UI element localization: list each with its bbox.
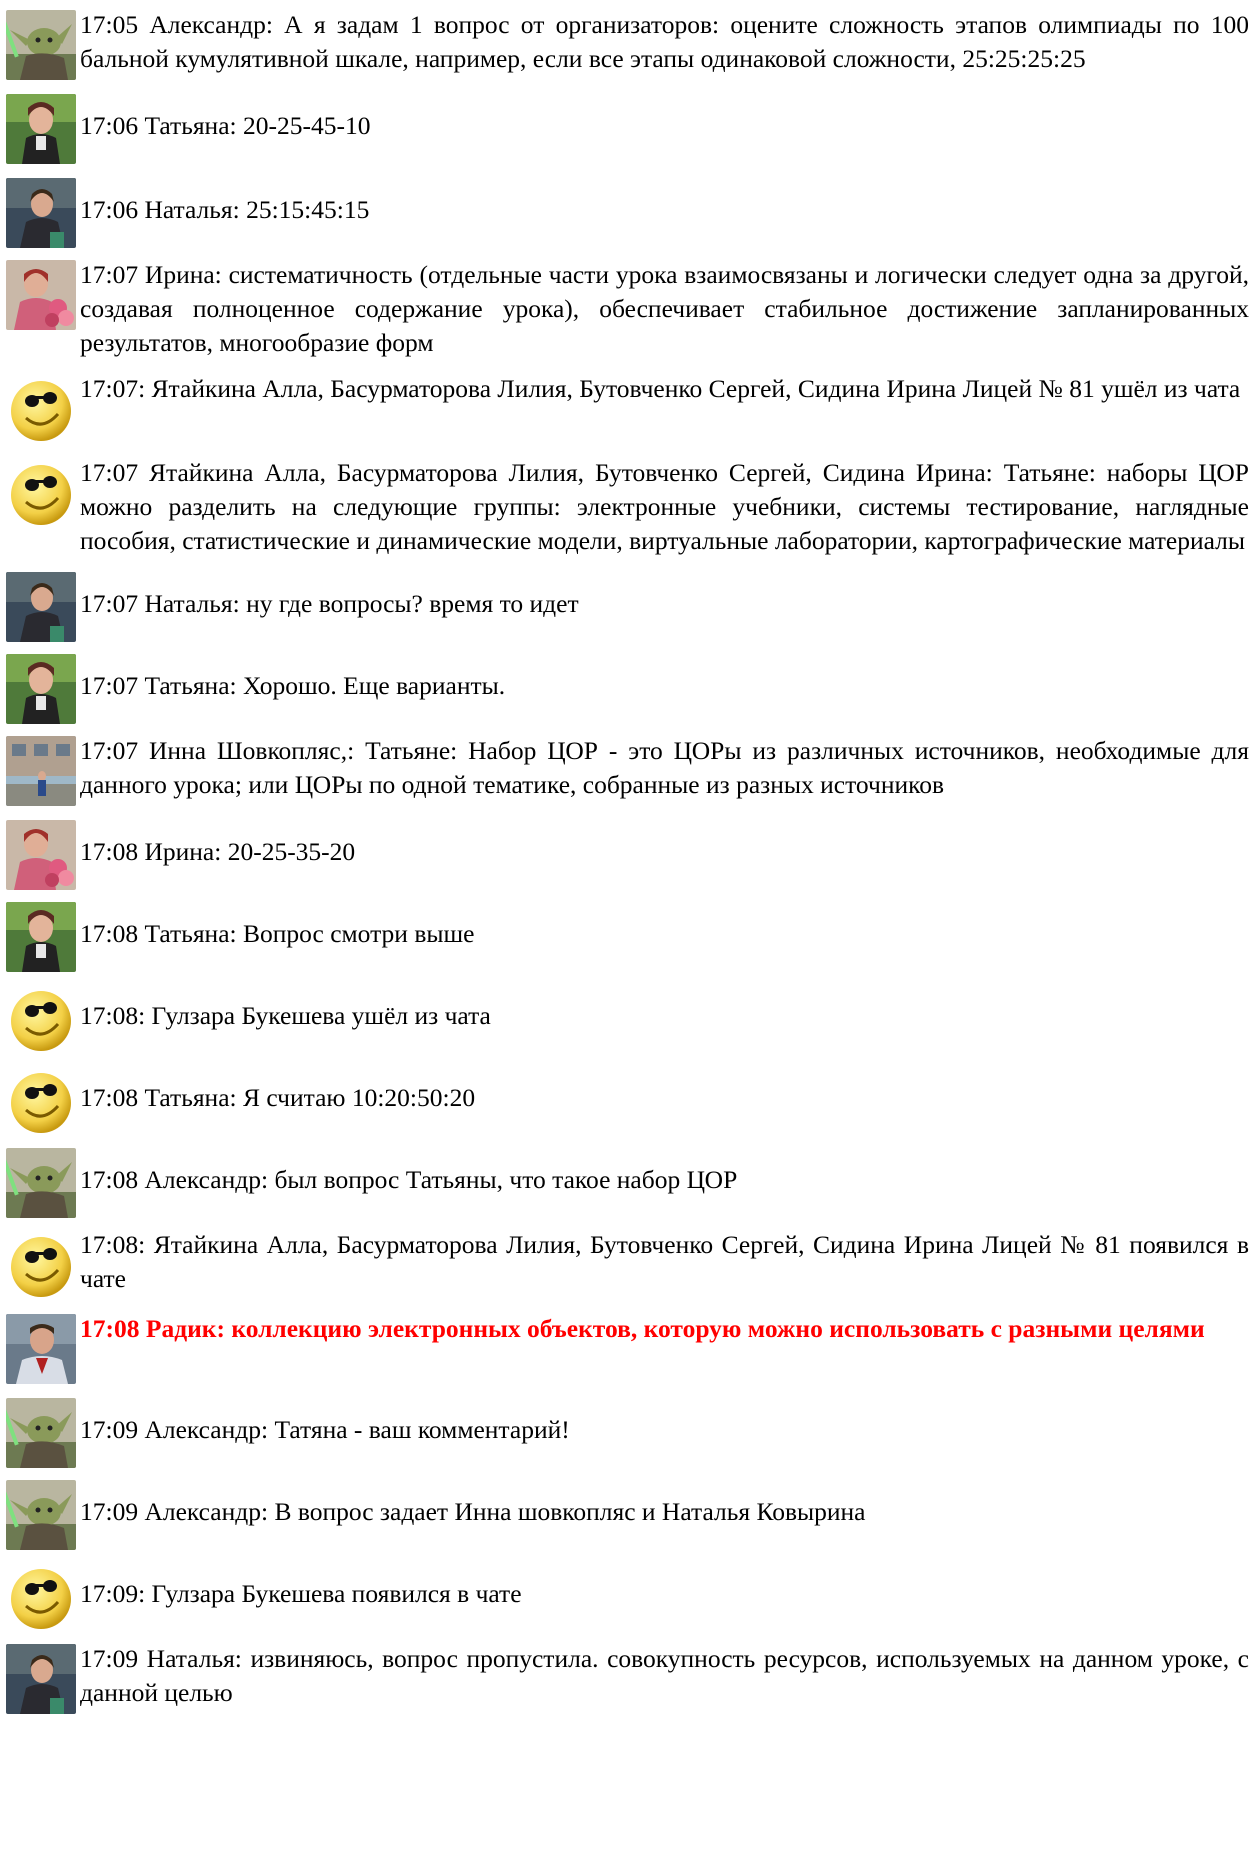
inna-avatar	[6, 736, 76, 806]
chat-message: 17:08: Ятайкина Алла, Басурматорова Лили…	[0, 1228, 1259, 1300]
message-text: 17:07 Инна Шовкопляс,: Татьяне: Набор ЦО…	[80, 736, 1249, 799]
message-text: 17:08: Гулзара Букешева ушёл из чата	[80, 1001, 491, 1030]
message-text: 17:09 Александр: В вопрос задает Инна шо…	[80, 1497, 866, 1526]
yoda-avatar	[6, 10, 76, 80]
chat-message: 17:09 Александр: Татяна - ваш комментари…	[0, 1396, 1259, 1468]
message-text: 17:07 Наталья: ну где вопросы? время то …	[80, 589, 579, 618]
tatyana-avatar	[6, 654, 76, 724]
smiley-avatar	[6, 1066, 76, 1136]
tatyana-avatar	[6, 94, 76, 164]
chat-message: 17:06 Татьяна: 20-25-45-10	[0, 92, 1259, 164]
message-text: 17:08 Татьяна: Я считаю 10:20:50:20	[80, 1083, 476, 1112]
message-text: 17:07 Ятайкина Алла, Басурматорова Лилия…	[80, 458, 1249, 555]
chat-message: 17:08 Радик: коллекцию электронных объек…	[0, 1312, 1259, 1384]
natalya-avatar	[6, 572, 76, 642]
chat-message: 17:07 Ирина: систематичность (отдельные …	[0, 258, 1259, 360]
natalya-avatar	[6, 1644, 76, 1714]
message-text: 17:08 Татьяна: Вопрос смотри выше	[80, 919, 475, 948]
chat-message: 17:07 Наталья: ну где вопросы? время то …	[0, 570, 1259, 642]
message-text: 17:07 Татьяна: Хорошо. Еще варианты.	[80, 671, 506, 700]
message-text: 17:06 Татьяна: 20-25-45-10	[80, 111, 371, 140]
smiley-avatar	[6, 1230, 76, 1300]
chat-message: 17:05 Александр: А я задам 1 вопрос от о…	[0, 8, 1259, 80]
chat-message: 17:08 Татьяна: Вопрос смотри выше	[0, 900, 1259, 972]
chat-message: 17:07 Ятайкина Алла, Басурматорова Лилия…	[0, 456, 1259, 558]
message-text: 17:09 Александр: Татяна - ваш комментари…	[80, 1415, 570, 1444]
chat-message: 17:07 Татьяна: Хорошо. Еще варианты.	[0, 652, 1259, 724]
chat-message: 17:09 Наталья: извиняюсь, вопрос пропуст…	[0, 1642, 1259, 1714]
message-text: 17:07: Ятайкина Алла, Басурматорова Лили…	[80, 374, 1241, 403]
tatyana-avatar	[6, 902, 76, 972]
message-text: 17:09 Наталья: извиняюсь, вопрос пропуст…	[80, 1644, 1249, 1707]
irina-avatar	[6, 260, 76, 330]
chat-message: 17:07 Инна Шовкопляс,: Татьяне: Набор ЦО…	[0, 734, 1259, 806]
message-text: 17:05 Александр: А я задам 1 вопрос от о…	[80, 10, 1249, 73]
smiley-avatar	[6, 1562, 76, 1632]
yoda-avatar	[6, 1398, 76, 1468]
chat-message: 17:09 Александр: В вопрос задает Инна шо…	[0, 1478, 1259, 1550]
message-text: 17:08: Ятайкина Алла, Басурматорова Лили…	[80, 1230, 1249, 1293]
smiley-avatar	[6, 458, 76, 528]
chat-log: 17:05 Александр: А я задам 1 вопрос от о…	[0, 8, 1259, 1714]
radik-avatar	[6, 1314, 76, 1384]
message-text: 17:09: Гулзара Букешева появился в чате	[80, 1579, 522, 1608]
smiley-avatar	[6, 984, 76, 1054]
chat-message: 17:08: Гулзара Букешева ушёл из чата	[0, 982, 1259, 1054]
irina-avatar	[6, 820, 76, 890]
message-text: 17:07 Ирина: систематичность (отдельные …	[80, 260, 1249, 357]
chat-message: 17:07: Ятайкина Алла, Басурматорова Лили…	[0, 372, 1259, 444]
chat-message: 17:08 Татьяна: Я считаю 10:20:50:20	[0, 1064, 1259, 1136]
yoda-avatar	[6, 1480, 76, 1550]
chat-message: 17:06 Наталья: 25:15:45:15	[0, 176, 1259, 248]
message-text: 17:08 Ирина: 20-25-35-20	[80, 837, 356, 866]
chat-message: 17:08 Ирина: 20-25-35-20	[0, 818, 1259, 890]
chat-message: 17:09: Гулзара Букешева появился в чате	[0, 1560, 1259, 1632]
message-text-highlighted: 17:08 Радик: коллекцию электронных объек…	[80, 1314, 1205, 1343]
natalya-avatar	[6, 178, 76, 248]
chat-message: 17:08 Александр: был вопрос Татьяны, что…	[0, 1146, 1259, 1218]
message-text: 17:06 Наталья: 25:15:45:15	[80, 195, 370, 224]
yoda-avatar	[6, 1148, 76, 1218]
smiley-avatar	[6, 374, 76, 444]
message-text: 17:08 Александр: был вопрос Татьяны, что…	[80, 1165, 738, 1194]
